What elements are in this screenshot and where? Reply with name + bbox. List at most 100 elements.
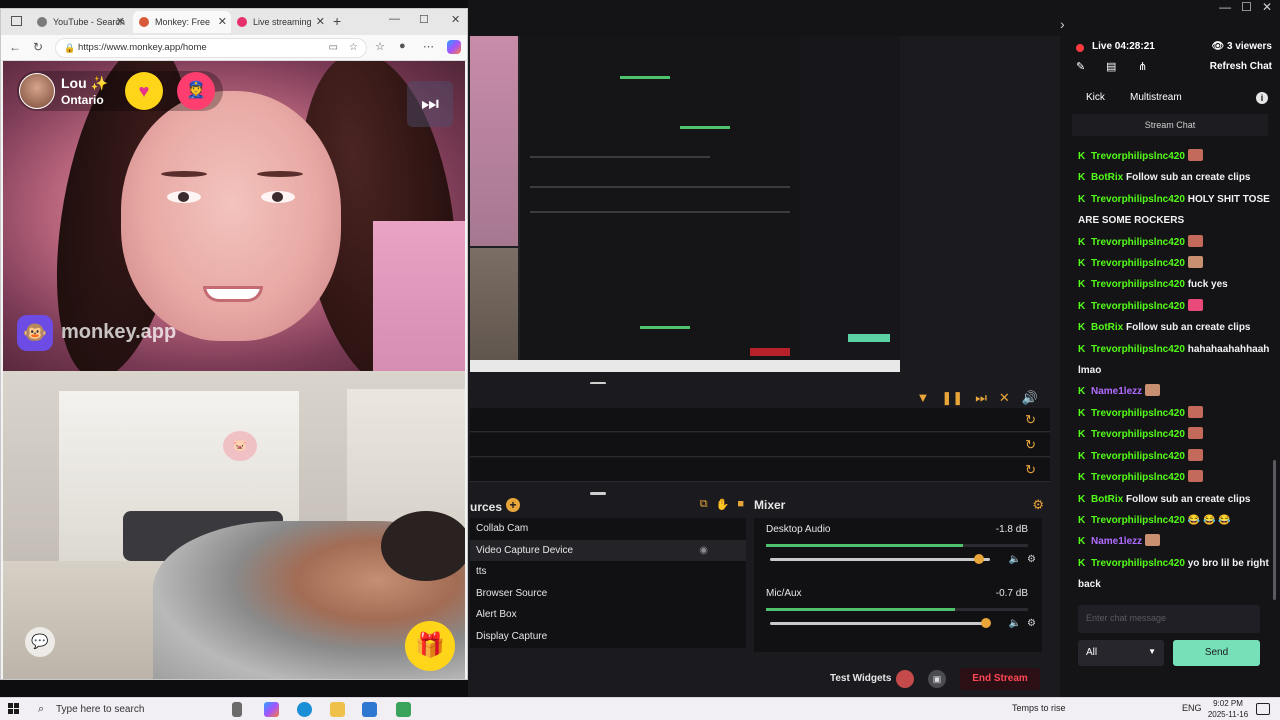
tab-kick[interactable]: Kick [1086, 92, 1105, 103]
source-item[interactable]: tts [470, 561, 746, 583]
notification-icon[interactable] [1256, 703, 1270, 715]
gear-icon[interactable]: ⚙ [1032, 497, 1044, 513]
pencil-icon[interactable]: ✎ [1076, 60, 1085, 73]
chat-username[interactable]: Trevorphilipslnc420 [1091, 279, 1185, 290]
taskbar-search[interactable]: ⌕ Type here to search [30, 698, 210, 720]
source-item[interactable]: Browser Source [470, 583, 746, 605]
speaker-icon[interactable]: 🔈 [1009, 618, 1021, 629]
tab-multistream[interactable]: Multistream [1130, 92, 1182, 103]
chat-username[interactable]: BotRix [1091, 494, 1123, 505]
platform-select[interactable]: All ▼ [1078, 640, 1164, 666]
maximize-icon[interactable]: ☐ [1241, 0, 1252, 14]
refresh-chat-button[interactable]: Refresh Chat [1210, 61, 1272, 72]
pause-icon[interactable]: ❚❚ [941, 390, 963, 406]
partner-info-chip[interactable]: Lou ✨ Ontario ♥ 👮 [17, 71, 223, 111]
weather-text[interactable]: Temps to rise [1012, 703, 1066, 713]
close-tab-icon[interactable]: ✕ [218, 11, 227, 33]
browser-tab[interactable]: YouTube - Search ✕ [31, 11, 129, 33]
send-button[interactable]: Send [1173, 640, 1260, 666]
taskbar-clock[interactable]: 9:02 PM 2025-11-16 [1206, 698, 1250, 720]
source-edit-icon[interactable]: ⧉ [700, 498, 708, 511]
chat-username[interactable]: Trevorphilipslnc420 [1091, 451, 1185, 462]
windows-start-icon[interactable] [8, 703, 19, 714]
speaker-icon[interactable]: 🔈 [1009, 554, 1021, 565]
visibility-icon[interactable]: ◉ [699, 540, 708, 561]
skip-button[interactable]: ⏭ [407, 81, 453, 127]
source-item[interactable]: Display Capture [470, 626, 746, 648]
chat-username[interactable]: BotRix [1091, 322, 1123, 333]
chat-scrollbar[interactable] [1273, 460, 1276, 600]
chat-username[interactable]: Trevorphilipslnc420 [1091, 258, 1185, 269]
mute-icon[interactable]: ✕ [999, 390, 1010, 406]
chat-username[interactable]: Trevorphilipslnc420 [1091, 237, 1185, 248]
reset-icon[interactable]: ↻ [1025, 462, 1036, 478]
chat-username[interactable]: Name1lezz [1091, 536, 1142, 547]
info-icon[interactable]: i [1256, 92, 1268, 104]
volume-knob[interactable] [980, 618, 991, 628]
new-tab-icon[interactable]: + [333, 13, 341, 29]
obs-app-icon[interactable] [396, 702, 411, 717]
source-hand-icon[interactable]: ✋ [716, 498, 730, 511]
chevron-right-icon[interactable]: › [1060, 16, 1065, 32]
profile-icon[interactable]: ● [399, 40, 406, 52]
filter-icon[interactable]: ▼ [917, 390, 930, 406]
screenshot-button[interactable]: ▣ [928, 670, 946, 688]
chat-username[interactable]: Name1lezz [1091, 386, 1142, 397]
browser-tab[interactable]: Monkey: Free ✕ [133, 11, 231, 33]
chat-username[interactable]: BotRix [1091, 172, 1123, 183]
chat-username[interactable]: Trevorphilipslnc420 [1091, 344, 1185, 355]
chat-input[interactable]: Enter chat message [1078, 605, 1260, 633]
record-button[interactable] [896, 670, 914, 688]
source-item[interactable]: Video Capture Device ◉ [470, 539, 746, 561]
channel-gear-icon[interactable]: ⚙ [1027, 618, 1036, 629]
language-indicator[interactable]: ENG [1182, 703, 1202, 713]
heart-icon[interactable]: ♥ [125, 72, 163, 110]
edge-icon[interactable] [297, 702, 312, 717]
file-explorer-icon[interactable] [330, 702, 345, 717]
scene-row[interactable]: ↻ [470, 458, 1050, 482]
close-icon[interactable]: ✕ [451, 13, 460, 26]
chat-username[interactable]: Trevorphilipslnc420 [1091, 558, 1185, 569]
chat-username[interactable]: Trevorphilipslnc420 [1091, 151, 1185, 162]
reset-icon[interactable]: ↻ [1025, 412, 1036, 428]
gift-button[interactable]: 🎁 [405, 621, 455, 671]
close-tab-icon[interactable]: ✕ [316, 11, 325, 33]
scene-row[interactable]: ↻ [470, 433, 1050, 457]
add-source-button[interactable]: + [506, 498, 520, 512]
close-icon[interactable]: ✕ [1262, 0, 1272, 14]
folder-icon[interactable]: ■ [737, 498, 744, 511]
channel-gear-icon[interactable]: ⚙ [1027, 554, 1036, 565]
volume-slider[interactable] [770, 618, 991, 628]
copy-icon[interactable]: ▤ [1106, 60, 1116, 73]
close-tab-icon[interactable]: ✕ [116, 11, 125, 33]
browser-tab[interactable]: Live streaming ✕ [231, 11, 329, 33]
chat-username[interactable]: Trevorphilipslnc420 [1091, 408, 1185, 419]
minimize-icon[interactable]: — [1219, 0, 1231, 14]
chat-bubble-button[interactable]: 💬 [25, 627, 55, 657]
volume-icon[interactable]: 🔊 [1022, 390, 1038, 406]
scene-row[interactable]: ↻ [470, 408, 1050, 432]
chat-username[interactable]: Trevorphilipslnc420 [1091, 472, 1185, 483]
more-icon[interactable]: ⋯ [423, 40, 434, 53]
chat-username[interactable]: Trevorphilipslnc420 [1091, 194, 1185, 205]
skip-icon[interactable]: ⏭ [975, 390, 987, 406]
source-item[interactable]: Alert Box [470, 604, 746, 626]
favorites-icon[interactable]: ☆ [375, 40, 385, 53]
back-icon[interactable]: ← [9, 40, 21, 54]
share-icon[interactable]: ⋔ [1138, 60, 1147, 73]
maximize-icon[interactable]: ☐ [419, 13, 429, 26]
minimize-icon[interactable]: — [389, 13, 400, 25]
report-icon[interactable]: 👮 [177, 72, 215, 110]
copilot-icon[interactable] [447, 40, 461, 54]
task-view-icon[interactable] [232, 702, 242, 717]
chat-username[interactable]: Trevorphilipslnc420 [1091, 301, 1185, 312]
star-icon[interactable]: ☆ [349, 39, 358, 57]
url-field[interactable]: 🔒 https://www.monkey.app/home ▭ ☆ [55, 38, 367, 58]
camera-icon[interactable]: ▭ [329, 39, 338, 57]
reset-icon[interactable]: ↻ [1025, 437, 1036, 453]
refresh-icon[interactable]: ↻ [33, 40, 43, 54]
tab-actions-icon[interactable] [11, 16, 22, 26]
source-item[interactable]: Collab Cam [470, 518, 746, 540]
chat-username[interactable]: Trevorphilipslnc420 [1091, 515, 1185, 526]
volume-knob[interactable] [974, 554, 984, 564]
